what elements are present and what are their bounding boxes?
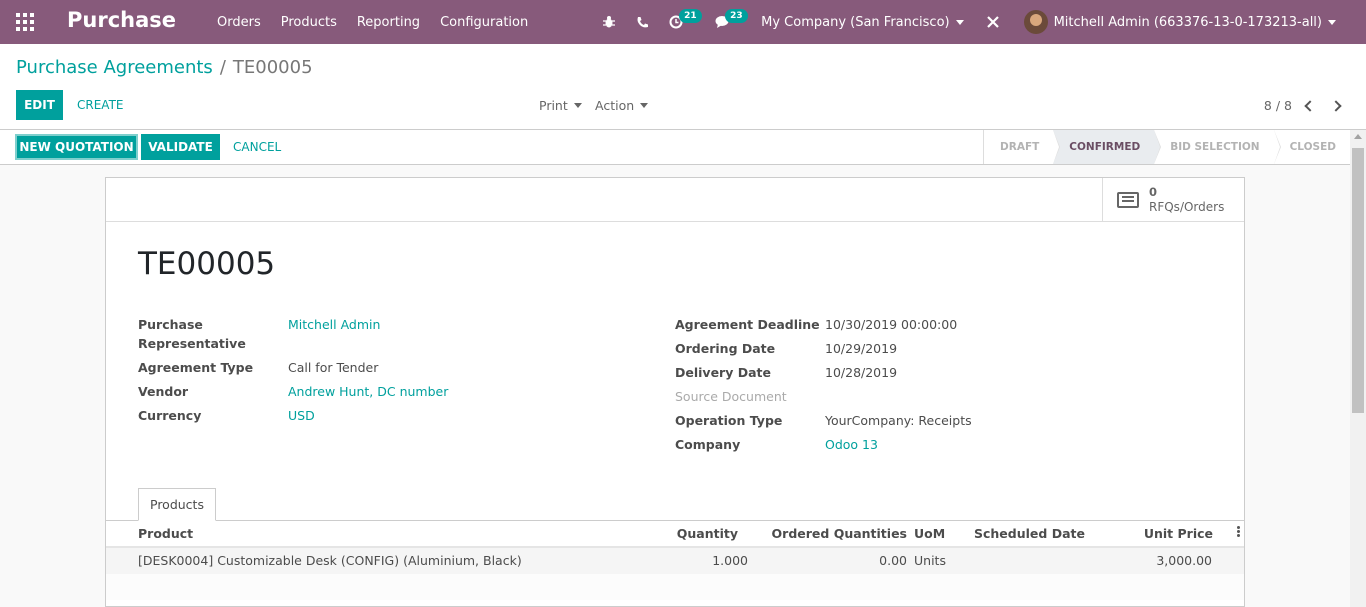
systray: 21 23 My Company (San Francisco) Mitchel… (592, 0, 1366, 44)
purchase-representative-label: Purchase Representative (138, 315, 246, 353)
cell-quantity: 1.000 (712, 553, 748, 568)
agreement-deadline-label: Agreement Deadline (675, 317, 820, 332)
cell-ordered: 0.00 (879, 553, 907, 568)
operation-type-label: Operation Type (675, 413, 783, 428)
purchase-representative-value[interactable]: Mitchell Admin (288, 315, 380, 334)
avatar (1023, 10, 1048, 34)
debug-icon[interactable] (592, 0, 626, 44)
cross-tools-icon (986, 16, 999, 28)
action-label: Action (595, 98, 635, 113)
form-sheet: 0 RFQs/Orders TE00005 Purchase Represent… (105, 177, 1245, 607)
source-document-label: Source Document (675, 389, 787, 404)
table-row[interactable]: [DESK0004] Customizable Desk (CONFIG) (A… (106, 548, 1244, 574)
scroll-up-icon[interactable] (1354, 134, 1362, 139)
new-quotation-button[interactable]: NEW QUOTATION (15, 134, 138, 160)
cell-product: [DESK0004] Customizable Desk (CONFIG) (A… (138, 553, 522, 568)
control-panel: Purchase Agreements / TE00005 EDIT CREAT… (0, 44, 1366, 130)
validate-button[interactable]: VALIDATE (141, 134, 220, 160)
delivery-date-label: Delivery Date (675, 365, 771, 380)
chevron-left-icon[interactable] (1304, 99, 1316, 112)
vendor-label: Vendor (138, 384, 189, 399)
breadcrumb-separator: / (219, 57, 226, 78)
company-name: My Company (San Francisco) (761, 14, 950, 30)
vertical-scrollbar[interactable] (1350, 130, 1366, 607)
agreement-deadline-value: 10/30/2019 00:00:00 (825, 317, 958, 332)
delivery-date-value: 10/28/2019 (825, 365, 898, 380)
empty-row (106, 574, 1244, 600)
vendor-value[interactable]: Andrew Hunt, DC number (288, 382, 448, 401)
caret-down-icon (573, 103, 582, 108)
main-menu: Orders Products Reporting Configuration (207, 0, 538, 44)
user-menu[interactable]: Mitchell Admin (663376-13-0-173213-all) (1014, 0, 1366, 44)
tools-icon[interactable] (974, 0, 1014, 44)
cell-uom: Units (914, 553, 946, 568)
menu-item-orders[interactable]: Orders (207, 15, 271, 30)
column-uom[interactable]: UoM (914, 526, 945, 541)
chevron-right-icon[interactable] (1330, 99, 1342, 112)
cell-unit-price: 3,000.00 (1156, 553, 1212, 568)
company-label: Company (675, 437, 741, 452)
phone-icon[interactable] (626, 0, 659, 44)
breadcrumb-current: TE00005 (232, 57, 313, 78)
column-unit-price[interactable]: Unit Price (1112, 526, 1213, 541)
column-scheduled-date[interactable]: Scheduled Date (974, 526, 1085, 541)
activity-badge: 21 (679, 9, 702, 23)
tab-products[interactable]: Products (138, 488, 216, 521)
lines-table-header: Product Quantity Ordered Quantities UoM … (106, 521, 1244, 548)
stage-closed[interactable]: CLOSED (1274, 130, 1350, 164)
company-value[interactable]: Odoo 13 (825, 435, 878, 454)
status-stages: DRAFT CONFIRMED BID SELECTION CLOSED (983, 130, 1350, 164)
print-dropdown[interactable]: Print (539, 98, 582, 113)
main-navbar: Purchase Orders Products Reporting Confi… (0, 0, 1366, 44)
menu-item-products[interactable]: Products (271, 15, 347, 30)
rfqs-orders-smart-button[interactable]: 0 RFQs/Orders (1102, 178, 1244, 222)
action-dropdown[interactable]: Action (595, 98, 649, 113)
pager: 8 / 8 (1264, 98, 1342, 113)
caret-down-icon (640, 103, 649, 108)
operation-type-value: YourCompany: Receipts (825, 413, 972, 428)
stage-confirmed[interactable]: CONFIRMED (1053, 130, 1162, 164)
form-statusbar: NEW QUOTATION VALIDATE CANCEL DRAFT CONF… (0, 130, 1350, 165)
caret-down-icon (1328, 19, 1336, 25)
edit-button[interactable]: EDIT (16, 90, 63, 120)
menu-item-configuration[interactable]: Configuration (430, 15, 538, 30)
stage-bid-selection[interactable]: BID SELECTION (1154, 130, 1281, 164)
stage-draft[interactable]: DRAFT (984, 130, 1061, 164)
caret-down-icon (955, 19, 964, 25)
ordering-date-label: Ordering Date (675, 341, 776, 356)
button-box: 0 RFQs/Orders (106, 178, 1244, 222)
app-brand[interactable]: Purchase (67, 8, 176, 32)
cancel-button[interactable]: CANCEL (233, 134, 281, 160)
menu-item-reporting[interactable]: Reporting (347, 15, 430, 30)
column-ordered-quantities[interactable]: Ordered Quantities (766, 526, 907, 541)
pager-value[interactable]: 8 / 8 (1264, 98, 1292, 113)
agreement-type-label: Agreement Type (138, 360, 254, 375)
optional-columns-icon[interactable] (1237, 530, 1240, 533)
column-product[interactable]: Product (138, 526, 193, 541)
phone-glyph-icon (637, 16, 649, 27)
scroll-thumb[interactable] (1352, 148, 1364, 413)
column-quantity[interactable]: Quantity (638, 526, 738, 541)
rfqs-label: RFQs/Orders (1149, 200, 1225, 214)
currency-value[interactable]: USD (288, 406, 315, 425)
label-line-2: Representative (138, 336, 246, 351)
bug-icon (603, 16, 616, 28)
user-name: Mitchell Admin (663376-13-0-173213-all) (1053, 14, 1322, 30)
list-icon (1117, 192, 1139, 208)
breadcrumb-parent[interactable]: Purchase Agreements (16, 57, 213, 78)
agreement-type-value: Call for Tender (288, 360, 379, 375)
rfqs-count: 0 (1149, 185, 1158, 199)
print-label: Print (539, 98, 568, 113)
apps-menu-icon[interactable] (16, 13, 34, 31)
activity-menu[interactable]: 21 (659, 0, 705, 44)
company-switcher[interactable]: My Company (San Francisco) (751, 0, 973, 44)
messages-badge: 23 (725, 9, 748, 23)
create-button[interactable]: CREATE (77, 90, 124, 120)
currency-label: Currency (138, 408, 202, 423)
record-title: TE00005 (138, 246, 276, 282)
breadcrumb: Purchase Agreements / TE00005 (16, 57, 313, 78)
ordering-date-value: 10/29/2019 (825, 341, 898, 356)
label-line-1: Purchase (138, 317, 203, 332)
messaging-menu[interactable]: 23 (705, 0, 751, 44)
